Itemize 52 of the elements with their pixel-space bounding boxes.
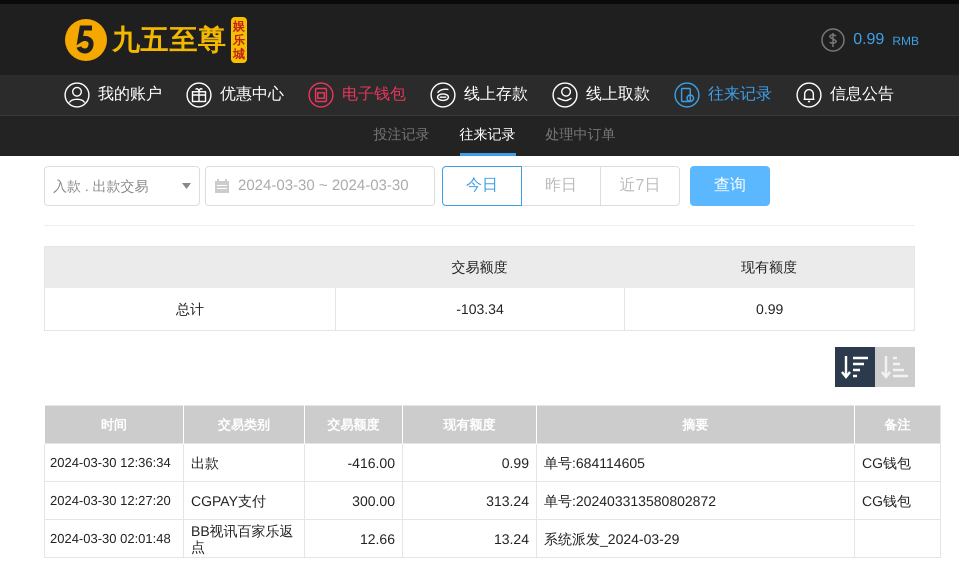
user-icon	[64, 82, 90, 108]
dollar-icon	[821, 28, 846, 52]
table-cell: 313.24	[402, 482, 536, 520]
table-cell: 2024-03-30 02:01:48	[44, 520, 184, 558]
sort-ascending-icon	[880, 354, 910, 380]
query-button[interactable]: 查询	[690, 166, 770, 206]
table-cell: 12.66	[304, 520, 402, 558]
table-cell: 13.24	[402, 520, 536, 558]
logo-icon	[64, 18, 108, 62]
table-cell: -416.00	[304, 444, 402, 482]
summary-header: 交易额度	[450, 258, 508, 277]
table-cell: 2024-03-30 12:36:34	[44, 444, 184, 482]
caret-icon	[182, 183, 191, 189]
bell-icon	[796, 82, 822, 108]
table-cell: 2024-03-30 12:27:20	[44, 482, 184, 520]
range-button[interactable]: 昨日	[521, 166, 601, 206]
summary-cell: 0.99	[624, 288, 914, 330]
sort-descending-icon	[840, 354, 870, 380]
nav-item[interactable]: 信息公告	[796, 82, 894, 108]
type-select[interactable]: 入款 . 出款交易	[44, 166, 200, 206]
summary-header: 现有额度	[740, 258, 798, 277]
logo-text: 九五至尊	[112, 26, 227, 54]
nav-item[interactable]: 优惠中心	[186, 82, 284, 108]
table-cell: CG钱包	[854, 444, 940, 482]
subnav-tab[interactable]: 投注记录	[374, 116, 430, 156]
table-cell: CGPAY支付	[184, 482, 304, 520]
table-cell: 单号:684114605	[536, 444, 854, 482]
range-button[interactable]: 近7日	[600, 166, 680, 206]
summary-cell: -103.34	[334, 288, 624, 330]
nav-item[interactable]: 线上存款	[430, 82, 528, 108]
table-cell: 单号:202403313580802872	[536, 482, 854, 520]
nav-item[interactable]: 往来记录	[674, 82, 772, 108]
range-button[interactable]: 今日	[442, 166, 522, 206]
currency-label: RMB	[892, 33, 919, 50]
table-cell: 300.00	[304, 482, 402, 520]
gift-icon	[186, 82, 212, 108]
calendar-icon	[214, 178, 230, 194]
logo-badge: 娱乐城	[230, 16, 247, 62]
subnav-tab[interactable]: 往来记录	[460, 116, 516, 156]
subnav-tab[interactable]: 处理中订单	[546, 116, 616, 156]
table-cell: BB视讯百家乐返点	[184, 520, 304, 558]
date-range-field[interactable]: 2024-03-30 ~ 2024-03-30	[205, 166, 435, 206]
table-cell: CG钱包	[854, 482, 940, 520]
table-cell: 0.99	[402, 444, 536, 482]
nav-item[interactable]: 我的账户	[64, 82, 162, 108]
table-cell: 出款	[184, 444, 304, 482]
sort-button[interactable]	[835, 347, 875, 387]
balance-amount: 0.99	[853, 30, 884, 50]
table-cell: 系统派发_2024-03-29	[536, 520, 854, 558]
nav-item[interactable]: 线上取款	[552, 82, 650, 108]
nav-item[interactable]: 电子钱包	[308, 82, 406, 108]
summary-cell-text: 总计	[174, 300, 205, 318]
